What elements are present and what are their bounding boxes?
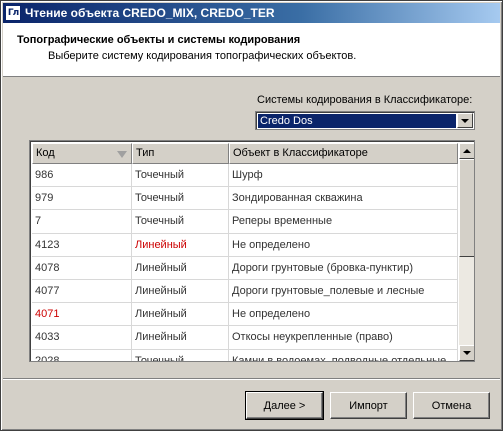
cell-type: Точечный <box>132 210 229 233</box>
scroll-up-button[interactable] <box>459 143 474 159</box>
dialog-window: Гл Чтение объекта CREDO_MIX, CREDO_TER Т… <box>0 0 503 431</box>
cell-object: Камни в водоемах, подводные отдельные <box>229 349 458 361</box>
table-row[interactable]: 979 Точечный Зондированная скважина <box>32 187 458 211</box>
scroll-down-button[interactable] <box>459 345 474 361</box>
cell-type: Точечный <box>132 164 229 187</box>
cell-code: 7 <box>32 210 132 233</box>
arrow-up-icon <box>463 149 471 153</box>
import-button[interactable]: Импорт <box>330 392 407 419</box>
table-row[interactable]: 4077 Линейный Дороги грунтовые_полевые и… <box>32 279 458 304</box>
table-row[interactable]: 4123 Линейный Не определено <box>32 233 458 257</box>
cell-type: Линейный <box>132 256 229 279</box>
column-header-object[interactable]: Объект в Классификаторе <box>229 143 458 164</box>
cell-type: Линейный <box>132 303 229 326</box>
cell-code: 4077 <box>32 279 132 303</box>
cell-object: Откосы неукрепленные (право) <box>229 326 458 349</box>
cell-code: 4078 <box>32 256 132 279</box>
window-title: Чтение объекта CREDO_MIX, CREDO_TER <box>25 6 275 20</box>
cell-type: Точечный <box>132 349 229 361</box>
cell-object: Шурф <box>229 164 458 187</box>
objects-table[interactable]: Код Тип Объект в Классификаторе 986 Точе… <box>29 140 475 362</box>
wizard-header: Топографические объекты и системы кодиро… <box>3 23 500 77</box>
cell-object: Реперы временные <box>229 210 458 233</box>
table-row[interactable]: 4033 Линейный Откосы неукрепленные (прав… <box>32 326 458 350</box>
scroll-thumb[interactable] <box>459 159 474 257</box>
cell-code: 979 <box>32 187 132 210</box>
cancel-button[interactable]: Отмена <box>413 392 490 419</box>
cell-type: Точечный <box>132 187 229 210</box>
table-row[interactable]: 7 Точечный Реперы временные <box>32 210 458 234</box>
sort-descending-icon <box>117 151 127 158</box>
table-row[interactable]: 4071 Линейный Не определено <box>32 303 458 327</box>
cell-object: Не определено <box>229 303 458 326</box>
coding-system-value: Credo Dos <box>258 114 456 128</box>
cell-object: Дороги грунтовые (бровка-пунктир) <box>229 256 458 279</box>
title-bar[interactable]: Гл Чтение объекта CREDO_MIX, CREDO_TER <box>3 3 500 23</box>
arrow-down-icon <box>463 351 471 355</box>
table-row[interactable]: 2028 Точечный Камни в водоемах, подводны… <box>32 349 458 361</box>
coding-system-select[interactable]: Credo Dos <box>255 111 475 130</box>
table-row[interactable]: 986 Точечный Шурф <box>32 164 458 188</box>
chevron-down-icon <box>461 118 469 123</box>
next-button[interactable]: Далее > <box>245 391 324 420</box>
cell-code: 4071 <box>32 303 132 326</box>
header-title: Топографические объекты и системы кодиро… <box>17 34 301 46</box>
cell-code: 2028 <box>32 349 132 361</box>
app-icon: Гл <box>5 5 21 21</box>
cell-code: 986 <box>32 164 132 187</box>
cell-object: Зондированная скважина <box>229 187 458 210</box>
cell-object: Не определено <box>229 233 458 256</box>
cell-type: Линейный <box>132 326 229 349</box>
cell-type: Линейный <box>132 279 229 303</box>
header-subtitle: Выберите систему кодирования топографиче… <box>48 50 357 62</box>
column-header-code[interactable]: Код <box>32 143 132 164</box>
cell-code: 4033 <box>32 326 132 349</box>
table-body: 986 Точечный Шурф 979 Точечный Зондирова… <box>32 164 458 361</box>
cell-object: Дороги грунтовые_полевые и лесные <box>229 279 458 303</box>
vertical-scrollbar[interactable] <box>459 143 474 361</box>
coding-system-label: Системы кодирования в Классификаторе: <box>257 94 473 106</box>
dropdown-button[interactable] <box>457 113 473 128</box>
table-header: Код Тип Объект в Классификаторе <box>32 143 458 164</box>
table-row[interactable]: 4078 Линейный Дороги грунтовые (бровка-п… <box>32 256 458 280</box>
cell-code: 4123 <box>32 233 132 256</box>
cell-type: Линейный <box>132 233 229 256</box>
column-header-type[interactable]: Тип <box>132 143 229 164</box>
